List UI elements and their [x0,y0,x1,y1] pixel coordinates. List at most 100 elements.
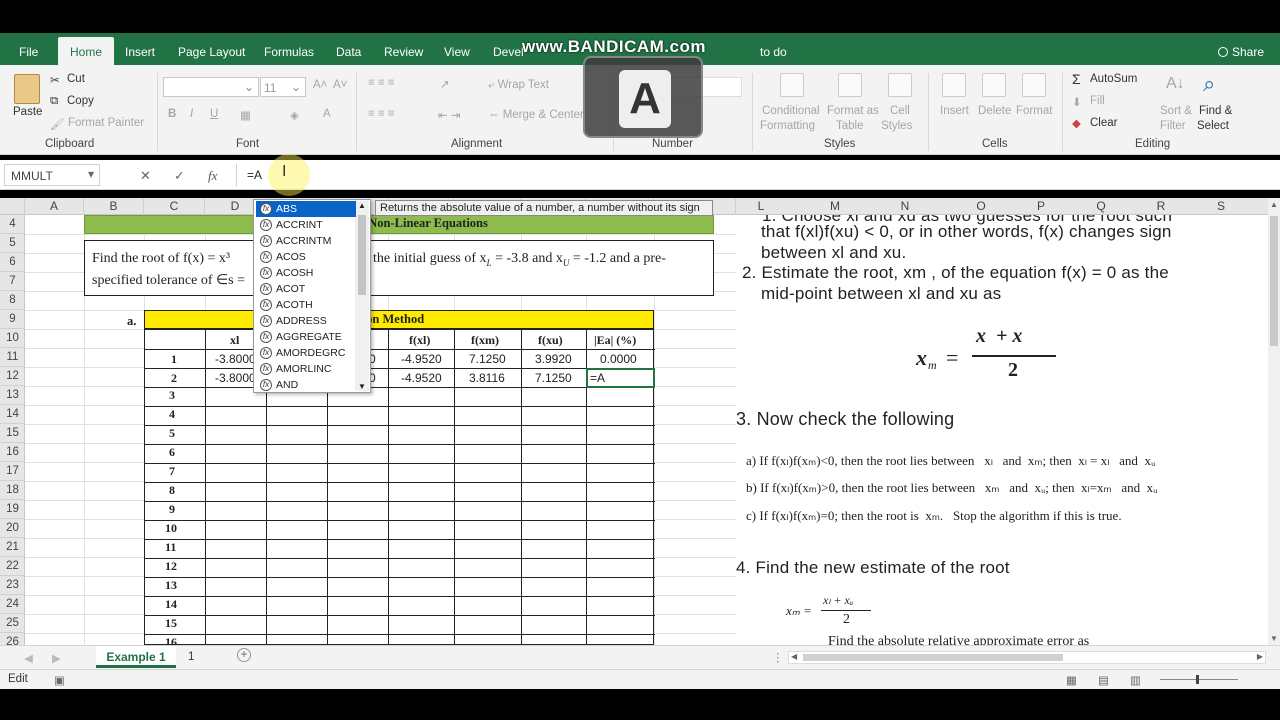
cell-xl[interactable]: -3.8000 [215,371,256,385]
tab-home[interactable]: Home [58,37,115,65]
row-header[interactable]: 14 [0,405,25,424]
fill-button[interactable]: Fill [1090,95,1105,107]
row-header[interactable]: 8 [0,291,25,310]
autocomplete-item[interactable]: fx ADDRESS [256,313,356,329]
increase-font-icon[interactable]: A˄ [313,79,327,91]
scroll-up-icon[interactable]: ▲ [1270,200,1278,209]
bold-button[interactable]: B [168,108,176,120]
zoom-slider-thumb[interactable] [1196,675,1199,684]
column-header[interactable]: M [800,198,870,215]
tab-developer[interactable]: Devel [493,33,524,65]
row-header[interactable]: 25 [0,614,25,633]
format-painter-button[interactable]: Format Painter [68,117,144,129]
page-break-view-icon[interactable]: ▥ [1130,673,1141,687]
clear-button[interactable]: Clear [1090,117,1117,129]
row-header[interactable]: 10 [0,329,25,348]
autocomplete-item[interactable]: fx ACCRINT [256,217,356,233]
add-sheet-button[interactable]: + [237,648,251,662]
autocomplete-item[interactable]: fx AGGREGATE [256,329,356,345]
row-header[interactable]: 6 [0,253,25,272]
row-header[interactable]: 17 [0,462,25,481]
wrap-text-button[interactable]: ⤶ Wrap Text [488,79,549,92]
sort-filter-button[interactable]: Sort & [1160,105,1192,117]
horizontal-scrollbar[interactable]: ◀ ▶ [788,651,1266,664]
cell-fxm[interactable]: 3.8116 [469,371,505,385]
column-header[interactable]: L [736,198,786,215]
autocomplete-item[interactable]: fx ABS [256,201,356,217]
copy-button[interactable]: Copy [67,95,94,107]
decrease-font-icon[interactable]: A˅ [333,79,347,91]
tell-me-box[interactable]: to do [760,33,787,65]
borders-icon[interactable]: ▦ [240,108,251,122]
column-header[interactable]: S [1186,198,1256,215]
column-header[interactable]: C [144,198,205,215]
cell-xl[interactable]: -3.8000 [215,352,256,366]
row-header[interactable]: 5 [0,234,25,253]
delete-cells-button[interactable]: Delete [978,105,1011,117]
insert-function-button[interactable]: fx [208,168,217,184]
font-size-select[interactable]: 11 ⌄ [260,77,306,97]
font-color-icon[interactable]: A [323,108,331,120]
row-header[interactable]: 15 [0,424,25,443]
worksheet-grid[interactable]: and Non-Linear Equations Find the root o… [25,215,736,645]
macro-record-icon[interactable]: ▣ [54,673,65,687]
paste-button[interactable]: Paste [13,106,42,118]
merge-center-button[interactable]: ⇔ Merge & Center [488,109,584,121]
format-cells-button[interactable]: Format [1016,105,1052,117]
find-select-button[interactable]: Find & [1199,105,1232,117]
underline-button[interactable]: U [210,108,218,120]
cell-fxu[interactable]: 7.1250 [535,371,572,385]
cell-fxm[interactable]: 7.1250 [469,352,506,366]
column-header[interactable]: A [25,198,84,215]
cut-button[interactable]: Cut [67,73,85,85]
row-header[interactable]: 18 [0,481,25,500]
name-box[interactable]: MMULT ▾ [4,164,100,186]
autocomplete-item[interactable]: fx AMORDEGRC [256,345,356,361]
row-header[interactable]: 20 [0,519,25,538]
tab-view[interactable]: View [444,33,470,65]
row-header[interactable]: 13 [0,386,25,405]
next-sheet-icon[interactable]: ▶ [52,651,61,665]
scroll-down-icon[interactable]: ▼ [1270,634,1278,643]
row-header[interactable]: 21 [0,538,25,557]
indent-icon[interactable]: ⇤ ⇥ [438,108,460,122]
tab-insert[interactable]: Insert [125,33,155,65]
tab-page-layout[interactable]: Page Layout [178,33,245,65]
autocomplete-item[interactable]: fx ACOTH [256,297,356,313]
tab-file[interactable]: File [19,33,38,65]
column-header[interactable]: N [870,198,940,215]
sheet-tab-example-1[interactable]: Example 1 [96,646,176,668]
fill-color-icon[interactable]: ◈ [290,108,299,122]
cell-ea[interactable]: 0.0000 [600,352,637,366]
vertical-scrollbar[interactable]: ▲ ▼ [1268,198,1280,645]
scroll-up-icon[interactable]: ▲ [358,201,366,210]
row-header[interactable]: 23 [0,576,25,595]
row-header[interactable]: 22 [0,557,25,576]
cancel-formula-button[interactable]: ✕ [140,168,151,184]
row-header[interactable]: 19 [0,500,25,519]
autocomplete-scrollbar[interactable]: ▲ ▼ [355,201,369,391]
share-button[interactable]: Share [1218,33,1264,65]
autocomplete-item[interactable]: fx ACCRINTM [256,233,356,249]
scroll-right-icon[interactable]: ▶ [1257,652,1263,661]
select-all-corner[interactable] [0,198,25,215]
formula-input[interactable]: =A [236,164,1276,186]
h-scroll-thumb[interactable] [803,654,1063,661]
format-as-table-button[interactable]: Format as [827,105,879,117]
row-header[interactable]: 7 [0,272,25,291]
row-header[interactable]: 24 [0,595,25,614]
autocomplete-item[interactable]: fx ACOT [256,281,356,297]
italic-button[interactable]: I [190,108,193,120]
enter-formula-button[interactable]: ✓ [174,168,185,184]
cell-styles-button[interactable]: Cell [890,105,910,117]
scroll-thumb[interactable] [358,215,366,295]
autocomplete-item[interactable]: fx ACOSH [256,265,356,281]
row-header[interactable]: 9 [0,310,25,329]
normal-view-icon[interactable]: ▦ [1066,673,1077,687]
cell-fxl[interactable]: -4.9520 [401,352,442,366]
autocomplete-item[interactable]: fx AND [256,377,356,393]
cell-fxu[interactable]: 3.9920 [535,352,572,366]
autocomplete-item[interactable]: fx AMORLINC [256,361,356,377]
sheet-tab-1[interactable]: 1 [188,651,194,663]
row-header[interactable]: 16 [0,443,25,462]
